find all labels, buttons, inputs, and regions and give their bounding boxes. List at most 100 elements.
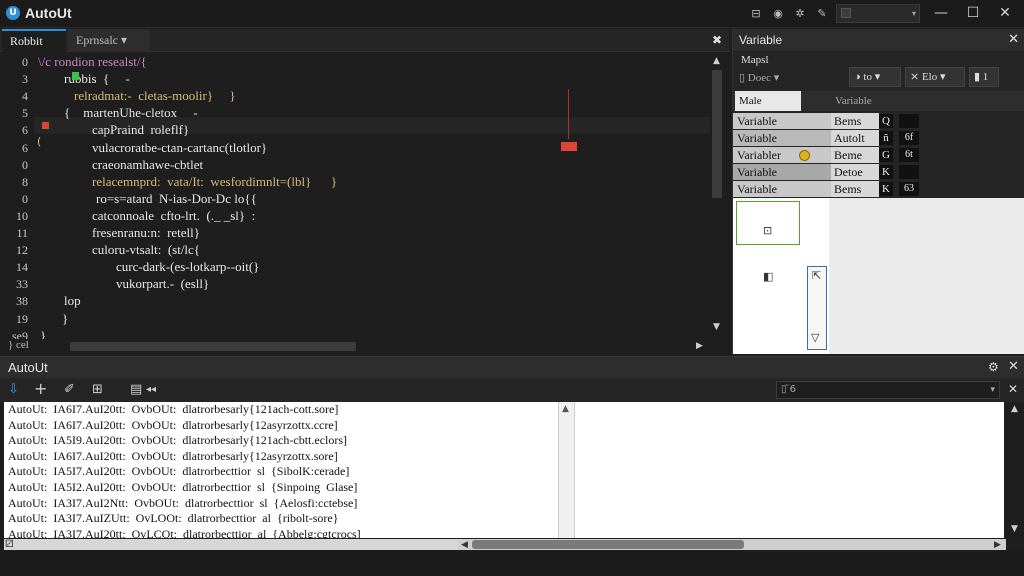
variable-value: G <box>879 148 893 162</box>
variable-row[interactable]: Variable Bems Q <box>733 113 919 130</box>
bookmark-icon <box>72 72 79 80</box>
code-line[interactable]: relradmat:- cletas-moolir} } <box>74 88 236 104</box>
error-marker[interactable] <box>561 142 577 151</box>
column-header-variable[interactable]: Variable <box>831 91 1021 111</box>
output-hscroll-thumb[interactable] <box>472 540 744 549</box>
line-number: 10 <box>16 208 28 223</box>
pin-icon[interactable]: ✎ <box>814 6 830 22</box>
maximize-button[interactable]: ☐ <box>958 2 988 24</box>
scroll-right-icon[interactable]: ▶ <box>696 341 703 351</box>
scroll-up-icon[interactable]: ▲ <box>562 404 569 414</box>
scope-dropdown[interactable]: ▯ Doec ▾ <box>739 69 807 87</box>
code-line[interactable]: } <box>62 311 68 327</box>
code-line[interactable]: capPraind roleflf} <box>92 122 189 138</box>
output-right-scrollbar[interactable]: ▲ ▼ <box>1006 402 1024 538</box>
variable-panel-title: Variable <box>739 33 783 47</box>
code-line[interactable]: fresenranu:n: retell} <box>92 225 200 241</box>
code-line[interactable]: { martenUhe-cletox - <box>64 105 198 121</box>
code-line[interactable]: curc-dark-(es-lotkarp--oit(} <box>116 259 259 275</box>
variable-value: K <box>879 165 893 179</box>
variable-extra <box>899 165 919 179</box>
preview-window-icon[interactable]: ◧ <box>763 270 773 283</box>
variable-row[interactable]: Variable Detoe K <box>733 164 919 181</box>
editor-vertical-scroll-thumb[interactable] <box>712 70 722 198</box>
scroll-left-icon[interactable]: ◀ <box>461 540 468 550</box>
scroll-up-icon[interactable]: ▲ <box>1011 404 1018 414</box>
column-header-male[interactable]: Male <box>735 91 801 111</box>
variable-value: K <box>879 182 893 196</box>
preview-frame-icon: ⊡ <box>763 224 773 237</box>
variable-value: Q <box>879 114 893 128</box>
line-number: 3 <box>22 72 28 87</box>
variable-row[interactable]: Variable Autolt ñ 6f <box>733 130 919 147</box>
code-line[interactable]: lop <box>64 293 81 309</box>
code-line[interactable]: \/c rondion resealst/{ <box>38 54 147 70</box>
close-window-button[interactable]: ✕ <box>990 2 1020 24</box>
code-line[interactable]: } <box>40 328 46 339</box>
output-filter-combo[interactable]: ▯ ̈6 ▾ <box>776 381 1000 399</box>
title-bar: U AutoUt ⊟ ◉ ✲ ✎ ▾ — ☐ ✕ <box>0 0 1024 28</box>
variable-type: Detoe <box>831 164 879 180</box>
rewind-icon[interactable]: ◂◂ <box>146 384 156 395</box>
code-editor[interactable]: 03456608010111214333819se9Ɨ \/c rondion … <box>0 53 710 339</box>
download-icon[interactable]: ⇩ <box>8 382 19 397</box>
filter-dropdown[interactable]: ◑ to ▾ <box>849 67 901 87</box>
minimize-button[interactable]: — <box>926 2 956 24</box>
fold-icon[interactable]: ( <box>37 135 41 148</box>
scroll-right-icon[interactable]: ▶ <box>994 540 1001 550</box>
code-line[interactable]: catconnoale cfto-lrt. (._ _sl} : <box>92 208 255 224</box>
scroll-down-icon[interactable]: ▼ <box>713 322 720 332</box>
variable-type: Bems <box>831 113 879 129</box>
output-panel-header: AutoUt ⚙ ✕ <box>0 356 1024 378</box>
count-button[interactable]: ▮ 1 <box>969 67 999 87</box>
edit-icon[interactable]: ✐ <box>64 382 75 397</box>
code-line[interactable]: culoru-vtsalt: (st/lc{ <box>92 242 200 258</box>
line-number: 6 <box>22 123 28 138</box>
lock-icon[interactable]: ⊟ <box>748 6 764 22</box>
tab-robbit[interactable]: Robbit <box>2 29 66 52</box>
variable-name: Variable <box>733 164 831 180</box>
status-bar <box>0 551 1024 576</box>
layout-icon[interactable]: ⊞ <box>92 382 103 397</box>
code-line[interactable]: vulacroratbe-ctan-cartanc(tlotlor} <box>92 140 267 156</box>
scroll-down-icon[interactable]: ▼ <box>1011 524 1018 534</box>
variable-row[interactable]: Variabler Beme G 6t <box>733 147 919 164</box>
code-line[interactable]: vukorpart.- (esll} <box>116 276 209 292</box>
breakpoint-icon[interactable] <box>42 122 49 129</box>
list-icon[interactable]: ▤ <box>130 382 142 397</box>
layout-combo[interactable]: ▾ <box>836 4 920 23</box>
variable-name: Variable <box>733 130 831 146</box>
cursor-icon[interactable]: ✲ <box>792 6 808 22</box>
close-output-icon[interactable]: ✕ <box>1008 359 1019 374</box>
variable-row[interactable]: Variable Bems K 63 <box>733 181 919 198</box>
output-hscroll-track-left[interactable] <box>4 539 458 550</box>
code-line[interactable]: relacemnprd: vata/It: wesfordimnlt=(lbl}… <box>92 174 337 190</box>
gear-icon[interactable]: ⚙ <box>988 360 999 374</box>
variable-panel-subtitle: Mapsl <box>741 54 769 66</box>
view-dropdown[interactable]: ⨯ Elo ▾ <box>905 67 965 87</box>
close-variable-panel-icon[interactable]: ✕ <box>1008 32 1019 47</box>
preview-selection-box[interactable]: ⊡ <box>736 201 800 245</box>
variable-preview-right <box>829 198 1024 354</box>
editor-horizontal-scroll-thumb[interactable] <box>70 342 356 351</box>
code-line[interactable]: craeonamhawe-cbtlet <box>92 157 203 173</box>
variable-extra: 63 <box>899 182 919 196</box>
tab-eprnsalc[interactable]: Eprnsalc ▾ <box>68 29 150 52</box>
code-line[interactable]: ro=s=atard N-ias-Dor-Dc lo{{ <box>96 191 257 207</box>
add-icon[interactable]: + <box>34 379 47 398</box>
output-footer-icon: ⚂ <box>5 539 14 550</box>
expand-icon: ⇱ <box>812 269 822 282</box>
clear-output-icon[interactable]: ✕ <box>1008 382 1018 396</box>
variable-panel-header: Variable ✕ <box>733 29 1024 51</box>
preview-slot[interactable]: ⇱ ▽ <box>807 266 827 350</box>
close-tab-icon[interactable]: ✖ <box>712 33 722 47</box>
line-number: 38 <box>16 294 28 309</box>
output-log[interactable]: AutoUt: IA6I7.AuI20tt: OvbOUt: dlatrorbe… <box>4 402 558 541</box>
output-vertical-scrollbar[interactable]: ▲ <box>558 402 574 538</box>
variable-preview-left: ⊡ ◧ ⇱ ▽ <box>733 198 829 354</box>
chevron-down-icon: ▾ <box>911 9 916 18</box>
line-number: 33 <box>16 277 28 292</box>
globe-icon[interactable]: ◉ <box>770 6 786 22</box>
scroll-up-icon[interactable]: ▲ <box>713 56 720 66</box>
layout-swatch-icon <box>841 8 851 18</box>
